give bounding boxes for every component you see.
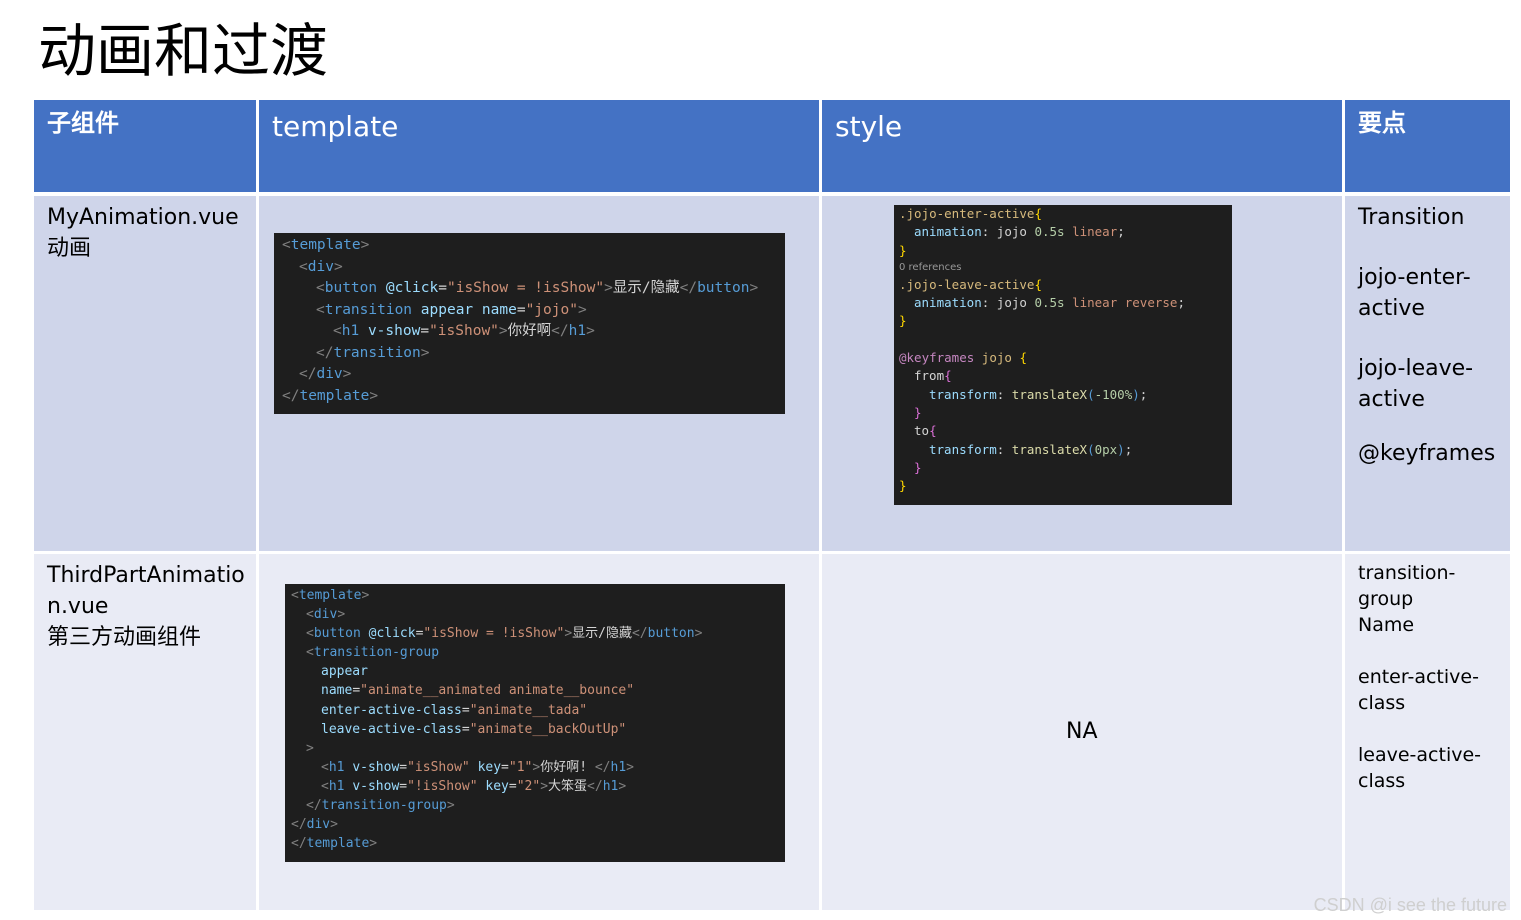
header-cell-points: 要点	[1345, 100, 1510, 192]
watermark: CSDN @i see the future	[1313, 895, 1507, 915]
row1-points-cell: Transition jojo-enter- active jojo-leave…	[1345, 196, 1510, 551]
row1-component-cell: MyAnimation.vue 动画	[34, 196, 256, 551]
key-point: jojo-leave- active	[1358, 356, 1474, 412]
key-point: transition-group	[1358, 562, 1456, 610]
header-cell-template: template	[259, 100, 819, 192]
header-label: style	[835, 110, 903, 143]
key-point: Transition	[1358, 205, 1465, 230]
references-hint: 0 references	[899, 261, 962, 273]
key-point: leave-active- class	[1358, 744, 1482, 792]
key-point: Name	[1358, 614, 1415, 636]
header-label: 要点	[1358, 109, 1406, 137]
component-name: MyAnimation.vue 动画	[47, 205, 239, 261]
row1-template-cell: <template> <div> <button @click="isShow …	[259, 196, 819, 551]
key-point: jojo-enter- active	[1358, 265, 1471, 321]
row2-component-cell: ThirdPartAnimatio n.vue 第三方动画组件	[34, 554, 256, 910]
template-code-block: <template> <div> <button @click="isShow …	[285, 584, 785, 862]
template-code-block: <template> <div> <button @click="isShow …	[274, 233, 785, 414]
header-cell-component: 子组件	[34, 100, 256, 192]
page-title: 动画和过渡	[38, 17, 329, 85]
style-code-block: .jojo-enter-active{ animation: jojo 0.5s…	[894, 205, 1232, 505]
key-point: @keyframes	[1358, 441, 1496, 466]
header-label: template	[272, 110, 399, 143]
header-label: 子组件	[47, 109, 119, 137]
key-point: enter-active- class	[1358, 666, 1479, 714]
row2-style-cell: NA	[822, 554, 1342, 910]
header-cell-style: style	[822, 100, 1342, 192]
na-text: NA	[1066, 719, 1098, 744]
row2-points-cell: transition-group Name enter-active- clas…	[1345, 554, 1510, 910]
component-name: ThirdPartAnimatio n.vue 第三方动画组件	[47, 563, 245, 650]
row2-template-cell: <template> <div> <button @click="isShow …	[259, 554, 819, 910]
row1-style-cell: .jojo-enter-active{ animation: jojo 0.5s…	[822, 196, 1342, 551]
notes-table: 子组件 template style 要点 MyAnimation.vue 动画…	[34, 100, 1510, 910]
